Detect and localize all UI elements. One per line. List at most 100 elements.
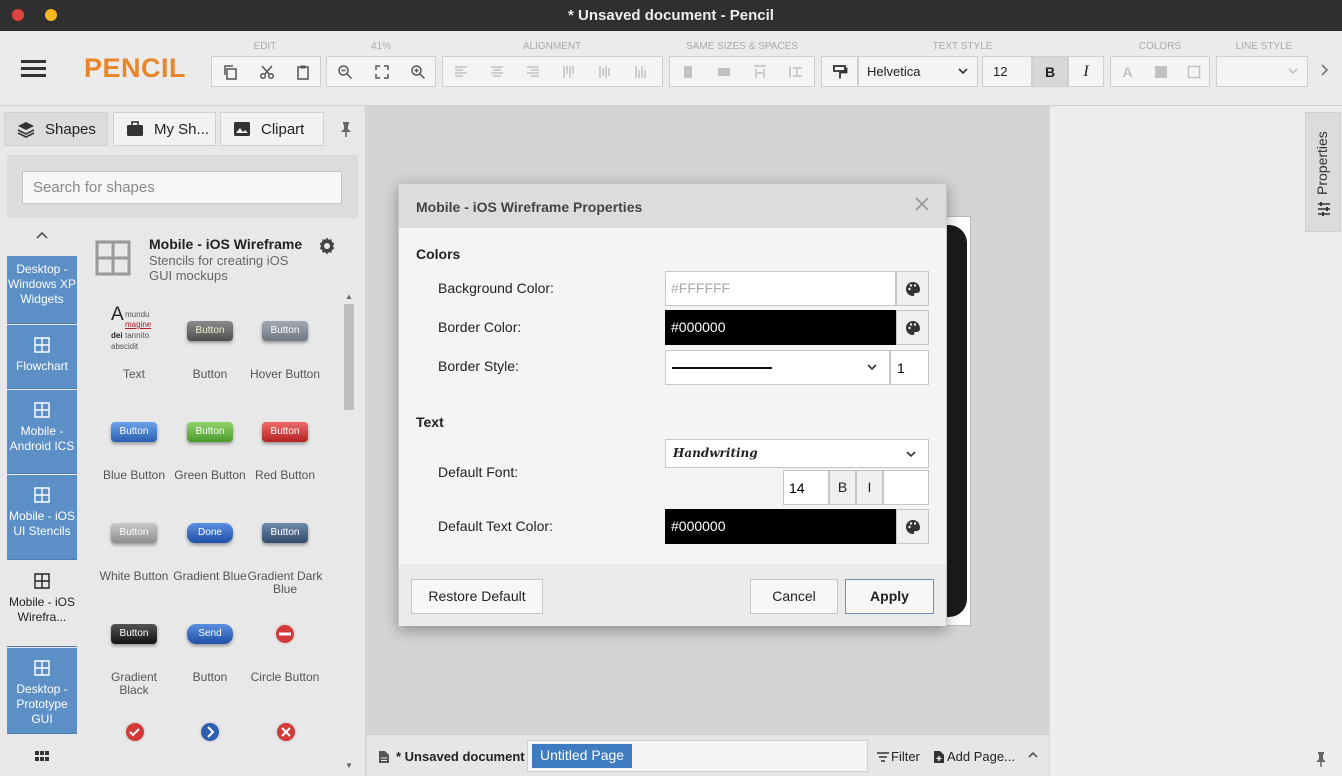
zoom-out-icon[interactable]: [327, 57, 363, 86]
apply-button[interactable]: Apply: [845, 579, 934, 614]
collection-item-android-ics[interactable]: Mobile - Android ICS: [7, 390, 77, 474]
properties-tab[interactable]: Properties: [1305, 112, 1341, 232]
chevron-up-icon[interactable]: [34, 229, 50, 241]
shape-item-green-button[interactable]: Button Green Button: [172, 407, 248, 482]
same-height-icon[interactable]: [706, 57, 742, 86]
font-family-select[interactable]: Helvetica: [858, 56, 978, 87]
scroll-down-icon[interactable]: ▼: [345, 761, 353, 770]
collection-item-prototype-gui[interactable]: Desktop - Prototype GUI: [7, 648, 77, 734]
align-left-icon[interactable]: [443, 57, 479, 86]
align-center-icon[interactable]: [479, 57, 515, 86]
shape-item-red-button[interactable]: Button Red Button: [247, 407, 323, 482]
grid-icon: [34, 573, 50, 589]
chevron-up-icon[interactable]: [1027, 749, 1039, 761]
shape-item-circle-button[interactable]: Circle Button: [247, 609, 323, 684]
scroll-up-icon[interactable]: ▲: [345, 292, 353, 301]
window-title: * Unsaved document - Pencil: [568, 7, 774, 24]
align-bottom-icon[interactable]: [623, 57, 659, 86]
background-color-field[interactable]: #FFFFFF: [665, 271, 896, 306]
shape-item-blue-button[interactable]: Button Blue Button: [96, 407, 172, 482]
properties-dialog: Mobile - iOS Wireframe Properties Colors…: [398, 183, 947, 626]
shape-item-send-button[interactable]: Send Button: [172, 609, 248, 684]
restore-default-button[interactable]: Restore Default: [411, 579, 543, 614]
fit-screen-icon[interactable]: [364, 57, 400, 86]
font-extra-field[interactable]: [883, 470, 929, 505]
shape-item-text[interactable]: A mundu magine dei tannito abscidit Text: [96, 304, 172, 381]
group-label-line-style: LINE STYLE: [1235, 41, 1293, 52]
close-circle-icon[interactable]: [274, 720, 298, 747]
chevron-right-icon[interactable]: [1314, 57, 1334, 87]
zoom-in-icon[interactable]: [400, 57, 436, 86]
align-top-icon[interactable]: [551, 57, 587, 86]
align-right-icon[interactable]: [515, 57, 551, 86]
cancel-button[interactable]: Cancel: [750, 579, 838, 614]
shape-label: Button: [192, 670, 228, 684]
close-icon[interactable]: [912, 194, 932, 214]
dialog-body: Colors Background Color: #FFFFFF Border …: [399, 228, 946, 564]
gear-icon[interactable]: [317, 236, 337, 256]
shape-item-white-button[interactable]: Button White Button: [96, 508, 172, 583]
cut-icon[interactable]: [249, 57, 285, 86]
fill-color-icon[interactable]: [1144, 57, 1177, 86]
search-area: [7, 155, 358, 218]
shapes-scrollbar[interactable]: ▲ ▼: [342, 292, 356, 770]
shape-item-gradient-dark-blue[interactable]: Button Gradient Dark Blue: [247, 508, 323, 596]
group-label-alignment: ALIGNMENT: [522, 41, 582, 52]
space-vertical-icon[interactable]: [778, 57, 814, 86]
palette-icon[interactable]: [896, 271, 929, 306]
border-style-select[interactable]: [665, 350, 890, 385]
collection-item-ios-ui-stencils[interactable]: Mobile - iOS UI Stencils: [7, 475, 77, 560]
default-font-select[interactable]: Handwriting: [665, 439, 929, 468]
font-bold-button[interactable]: B: [829, 470, 856, 505]
shape-item-hover-button[interactable]: Button Hover Button: [247, 306, 323, 381]
pin-icon[interactable]: [1313, 751, 1329, 767]
chevron-down-icon: [1288, 68, 1298, 75]
apps-grid-icon[interactable]: [34, 748, 50, 764]
shape-item-button[interactable]: Button Button: [172, 306, 248, 381]
border-color-field[interactable]: #000000: [665, 310, 896, 345]
line-style-group[interactable]: [1216, 56, 1308, 87]
chevron-down-icon: [958, 68, 968, 75]
font-size-input[interactable]: 12: [982, 56, 1032, 87]
text-thumb-big: A: [111, 304, 124, 325]
pin-icon[interactable]: [333, 116, 359, 142]
arrow-circle-icon[interactable]: [198, 720, 222, 747]
same-width-icon[interactable]: [670, 57, 706, 86]
text-color-icon[interactable]: A: [1111, 57, 1144, 86]
filter-button[interactable]: Filter: [877, 749, 920, 764]
collection-item-ios-wireframe[interactable]: Mobile - iOS Wirefra...: [7, 561, 77, 647]
text-thumb-line: dei: [111, 331, 123, 340]
border-width-input[interactable]: [890, 350, 929, 385]
align-middle-icon[interactable]: [587, 57, 623, 86]
copy-icon[interactable]: [212, 57, 248, 86]
grid-icon: [34, 337, 50, 353]
bold-button[interactable]: B: [1032, 56, 1068, 87]
shape-item-gradient-black[interactable]: Button Gradient Black: [96, 609, 172, 697]
collection-item-flowchart[interactable]: Flowchart: [7, 325, 77, 389]
tab-shapes[interactable]: Shapes: [4, 112, 108, 146]
shape-label: Gradient Dark Blue: [247, 569, 323, 596]
tab-my-shapes[interactable]: My Sh...: [113, 112, 216, 146]
tab-clipart[interactable]: Clipart: [220, 112, 324, 146]
group-label-edit: EDIT: [253, 41, 277, 52]
space-horizontal-icon[interactable]: [742, 57, 778, 86]
shape-label: White Button: [99, 569, 169, 583]
palette-icon[interactable]: [896, 509, 929, 544]
font-italic-button[interactable]: I: [856, 470, 883, 505]
collection-item-windows-xp[interactable]: Desktop - Windows XP Widgets: [7, 256, 77, 324]
border-color-icon[interactable]: [1177, 57, 1210, 86]
paste-icon[interactable]: [285, 57, 321, 86]
add-page-button[interactable]: Add Page...: [934, 749, 1015, 764]
shape-item-gradient-blue[interactable]: Done Gradient Blue: [172, 508, 248, 583]
italic-button[interactable]: I: [1068, 56, 1104, 87]
text-thumbnail: A mundu magine dei tannito abscidit: [96, 304, 172, 356]
menu-icon[interactable]: [21, 60, 46, 78]
page-tab-untitled[interactable]: Untitled Page: [532, 744, 633, 768]
check-circle-icon[interactable]: [123, 720, 147, 747]
default-text-color-field[interactable]: #000000: [665, 509, 896, 544]
format-painter-icon[interactable]: [822, 57, 857, 86]
scrollbar-thumb[interactable]: [344, 304, 354, 410]
palette-icon[interactable]: [896, 310, 929, 345]
font-size-input[interactable]: [783, 470, 829, 505]
search-input[interactable]: [22, 171, 342, 204]
